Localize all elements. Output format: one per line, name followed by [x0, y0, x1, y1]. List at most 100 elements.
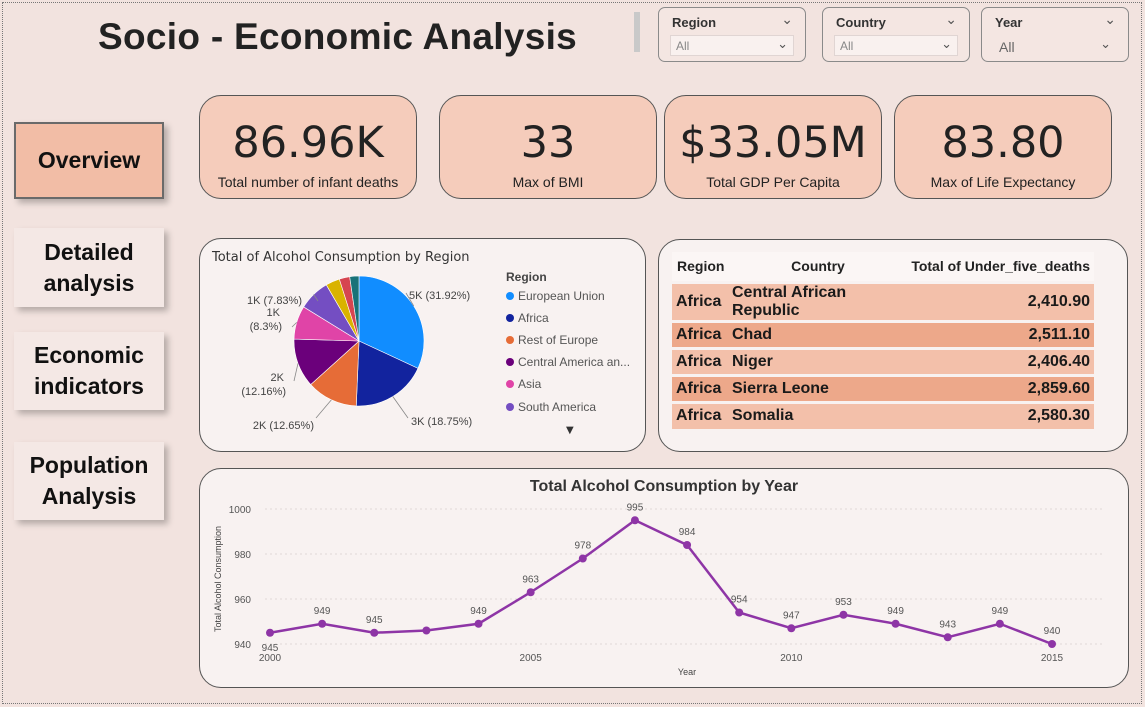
pie-data-label: 1K (7.83%): [247, 295, 302, 307]
legend-label: Rest of Europe: [518, 333, 599, 347]
slicer-value: All: [676, 39, 690, 53]
legend-dot: [506, 403, 514, 411]
slicer-label: Country: [836, 15, 886, 30]
data-label: 949: [470, 606, 487, 617]
country-dropdown[interactable]: All ⌄: [834, 35, 958, 56]
data-point: [1048, 640, 1056, 648]
nav-label: Economic indicators: [34, 342, 144, 399]
slicer-value: All: [840, 39, 854, 53]
nav-detailed-analysis-button[interactable]: Detailed analysis: [14, 228, 164, 307]
cell-value: 2,406.40: [908, 346, 1094, 375]
region-slicer[interactable]: Region ⌄ All ⌄: [658, 7, 806, 62]
kpi-card-max-bmi: 33 Max of BMI: [439, 95, 657, 199]
chevron-down-icon[interactable]: ⌄: [1104, 12, 1116, 28]
kpi-value: 86.96K: [232, 118, 384, 168]
data-label: 978: [574, 541, 591, 552]
cell-region: Africa: [672, 400, 728, 429]
legend-dot: [506, 336, 514, 344]
year-slicer[interactable]: Year ⌄ All ⌄: [981, 7, 1129, 62]
column-header-region[interactable]: Region: [672, 252, 728, 282]
y-tick-label: 940: [234, 640, 251, 651]
slicer-label: Year: [995, 15, 1023, 30]
data-label: 953: [835, 597, 852, 608]
data-point: [995, 619, 1004, 628]
region-dropdown[interactable]: All ⌄: [670, 35, 794, 56]
pie-chart: 5K (31.92%) 3K (18.75%) 2K (12.65%) 2K (12.1…: [241, 275, 472, 432]
data-point: [422, 626, 431, 635]
data-point: [318, 619, 327, 628]
legend-item[interactable]: South America: [506, 400, 596, 414]
table-header-row: Region Country Total of Under_five_death…: [672, 252, 1094, 282]
nav-overview-button[interactable]: Overview: [14, 122, 164, 199]
table-row[interactable]: Africa Central African Republic 2,410.90: [672, 280, 1094, 321]
y-tick-label: 960: [234, 595, 251, 606]
nav-label: Detailed analysis: [43, 238, 135, 296]
cell-country: Somalia: [728, 400, 908, 429]
legend-label: South America: [518, 400, 597, 414]
data-point: [943, 633, 952, 642]
legend-item[interactable]: Rest of Europe: [506, 333, 598, 347]
data-label: 945: [366, 615, 383, 626]
data-point: [474, 619, 483, 628]
chevron-down-icon[interactable]: ⌄: [781, 12, 793, 28]
legend-item[interactable]: Central America an...: [506, 355, 630, 369]
data-point: [683, 541, 692, 549]
year-dropdown[interactable]: All ⌄: [993, 35, 1117, 56]
pie-data-label: 1K: [267, 307, 281, 319]
x-tick-label: 2010: [780, 653, 803, 664]
y-tick-label: 1000: [229, 505, 252, 516]
legend-item[interactable]: Africa: [506, 311, 549, 325]
column-header-country[interactable]: Country: [728, 252, 908, 282]
x-tick-label: 2000: [259, 653, 282, 664]
slicer-value: All: [999, 39, 1015, 55]
cell-region: Africa: [672, 373, 728, 402]
nav-economic-indicators-button[interactable]: Economic indicators: [14, 332, 164, 410]
nav-label: Overview: [37, 147, 141, 173]
kpi-card-infant-deaths: 86.96K Total number of infant deaths: [199, 95, 417, 199]
data-point: [891, 619, 900, 628]
kpi-card-life-expectancy: 83.80 Max of Life Expectancy: [894, 95, 1112, 199]
legend-dot: [506, 292, 514, 300]
kpi-value: 83.80: [941, 118, 1065, 168]
cell-country: Chad: [728, 319, 908, 348]
y-tick-label: 980: [234, 550, 251, 561]
chevron-down-icon: ⌄: [1100, 37, 1111, 52]
legend-scroll-down-icon[interactable]: ▼: [566, 425, 574, 436]
data-label: 995: [627, 502, 644, 513]
legend-label: Africa: [518, 311, 549, 325]
column-header-under-five-deaths[interactable]: Total of Under_five_deaths: [908, 252, 1094, 282]
slicer-label: Region: [672, 15, 717, 30]
legend-label: Asia: [518, 377, 542, 391]
cell-region: Africa: [672, 319, 728, 348]
legend-item[interactable]: European Union: [506, 289, 605, 303]
kpi-card-gdp-per-capita: $33.05M Total GDP Per Capita: [664, 95, 882, 199]
drag-handle[interactable]: [634, 12, 640, 52]
chevron-down-icon[interactable]: ⌄: [945, 12, 957, 28]
pie-leader-line: [293, 363, 299, 382]
alcohol-by-year-panel: Total Alcohol Consumption by Year 940 960…: [199, 468, 1129, 688]
pie-leader-line: [315, 399, 332, 419]
data-label: 954: [731, 595, 748, 606]
kpi-caption: Max of BMI: [512, 174, 584, 190]
kpi-value: 33: [520, 118, 576, 168]
table-row[interactable]: Africa Chad 2,511.10: [672, 319, 1094, 348]
cell-country: Central African Republic: [728, 280, 908, 321]
table-row[interactable]: Africa Niger 2,406.40: [672, 346, 1094, 375]
legend-item[interactable]: Asia: [506, 377, 541, 391]
data-label: 945: [262, 643, 279, 654]
cell-value: 2,511.10: [908, 319, 1094, 348]
country-slicer[interactable]: Country ⌄ All ⌄: [822, 7, 970, 62]
data-label: 963: [522, 574, 539, 585]
data-label: 947: [783, 610, 800, 621]
table-row[interactable]: Africa Somalia 2,580.30: [672, 400, 1094, 429]
data-point: [266, 628, 274, 637]
table-row[interactable]: Africa Sierra Leone 2,859.60: [672, 373, 1094, 402]
chevron-down-icon: ⌄: [941, 37, 952, 52]
pie-leader-line: [392, 396, 409, 419]
chevron-down-icon: ⌄: [777, 37, 788, 52]
nav-population-analysis-button[interactable]: Population Analysis: [14, 442, 164, 520]
data-label: 949: [314, 606, 331, 617]
x-tick-label: 2015: [1041, 653, 1064, 664]
series-line: [269, 518, 1053, 646]
data-point: [578, 554, 587, 563]
